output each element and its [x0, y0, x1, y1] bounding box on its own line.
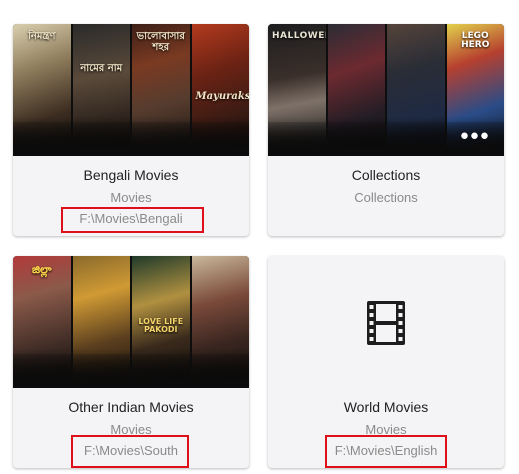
library-thumbnail[interactable]: নিমন্ত্রণ নামের নাম ভালোবাসার শহর Mayura…	[13, 24, 249, 156]
library-card-collections[interactable]: HALLOWEEN LEGO HERO ●●● Collections Coll…	[268, 24, 504, 236]
path-highlight-box	[325, 435, 447, 468]
library-title[interactable]: World Movies	[268, 399, 504, 415]
library-thumbnail[interactable]	[268, 256, 504, 388]
library-thumbnail[interactable]: జిల్లా LOVE LIFE PAKODI	[13, 256, 249, 388]
library-type: Movies	[110, 190, 152, 205]
library-type: Collections	[354, 190, 418, 205]
library-title[interactable]: Collections	[268, 167, 504, 183]
path-highlight-box	[61, 207, 204, 233]
library-title[interactable]: Other Indian Movies	[13, 399, 249, 415]
library-card-bengali-movies[interactable]: নিমন্ত্রণ নামের নাম ভালোবাসার শহর Mayura…	[13, 24, 249, 236]
film-strip-icon	[367, 301, 405, 345]
library-title[interactable]: Bengali Movies	[13, 167, 249, 183]
path-highlight-box	[71, 435, 189, 468]
more-horizontal-icon[interactable]: ●●●	[460, 128, 490, 143]
library-thumbnail[interactable]: HALLOWEEN LEGO HERO ●●●	[268, 24, 504, 156]
